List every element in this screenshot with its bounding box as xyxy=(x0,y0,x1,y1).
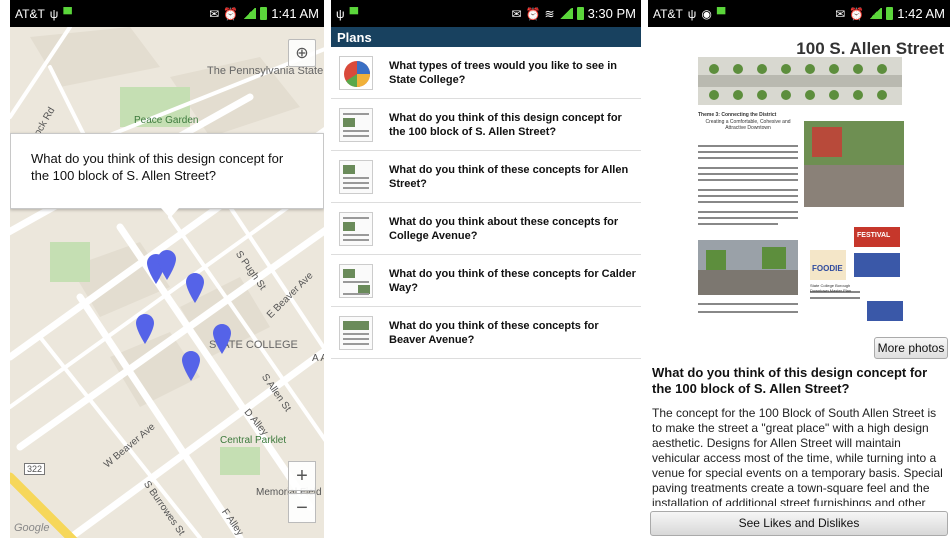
plan-question: What do you think of this design concept… xyxy=(652,365,928,396)
plan-thumbnail xyxy=(339,107,373,142)
poster-subtitle: Creating a Comfortable, Cohesive and Att… xyxy=(705,119,791,131)
alarm-icon: ⏰ xyxy=(223,6,239,21)
plans-header: Plans xyxy=(331,27,641,47)
map-pin[interactable] xyxy=(213,324,231,354)
map-pin[interactable] xyxy=(136,314,154,344)
plan-list-item[interactable]: What do you think of these concepts for … xyxy=(331,307,641,359)
google-logo: Google xyxy=(14,522,50,534)
plans-list: What types of trees would you like to se… xyxy=(331,47,641,359)
marker-info-window[interactable]: What do you think of this design concept… xyxy=(10,133,324,218)
android-icon: ▀ xyxy=(349,6,359,21)
map-label-a: A A xyxy=(312,353,324,364)
poster-graphic xyxy=(692,55,908,330)
plan-list-item[interactable]: What do you think of these concepts for … xyxy=(331,151,641,203)
plan-thumbnail xyxy=(339,315,373,350)
plan-list-item[interactable]: What types of trees would you like to se… xyxy=(331,47,641,99)
clock: 1:42 AM xyxy=(897,6,945,21)
battery-icon xyxy=(576,7,584,20)
notification-icon: ✉ xyxy=(209,6,220,21)
poster-foodie: FOODIE xyxy=(812,264,843,273)
plan-thumbnail xyxy=(339,159,373,194)
poster-festival: FESTIVAL xyxy=(857,232,891,239)
alarm-icon: ⏰ xyxy=(849,6,865,21)
map-label-central-parklet: Central Parklet xyxy=(220,435,287,446)
plan-thumbnail xyxy=(339,55,373,90)
status-bar: AT&T ψ ◉ ▀ ✉ ⏰ 1:42 AM xyxy=(648,0,950,27)
plan-title: What do you think of these concepts for … xyxy=(389,267,636,294)
plan-detail-screen: AT&T ψ ◉ ▀ ✉ ⏰ 1:42 AM 100 S. Allen Stre… xyxy=(648,0,950,538)
crosshair-icon: ⊕ xyxy=(295,45,309,62)
wifi-icon: ≋ xyxy=(544,6,555,21)
plan-poster-image[interactable]: Theme 3: Connecting the District Creatin… xyxy=(692,55,908,330)
notification-icon: ✉ xyxy=(835,6,846,21)
clock: 1:41 AM xyxy=(271,6,319,21)
usb-icon: ψ xyxy=(49,6,59,21)
battery-icon xyxy=(886,7,894,20)
map-label-route: 322 xyxy=(24,463,46,475)
status-bar: ψ ▀ ✉ ⏰ ≋ 3:30 PM xyxy=(331,0,641,27)
map-pin[interactable] xyxy=(182,351,200,381)
map-pin[interactable] xyxy=(186,273,204,303)
map-screen: AT&T ψ ▀ ✉ ⏰ 1:41 AM The Pennsylvania St… xyxy=(10,0,324,538)
poster-borough: State College Borough Downtown Master Pl… xyxy=(810,283,852,293)
poster-theme: Theme 3: Connecting the District xyxy=(698,112,777,118)
status-bar: AT&T ψ ▀ ✉ ⏰ 1:41 AM xyxy=(10,0,324,27)
plan-title: What do you think about these concepts f… xyxy=(389,215,619,242)
notification-icon: ✉ xyxy=(511,6,522,21)
plan-title: What do you think of these concepts for … xyxy=(389,319,599,346)
plan-list-item[interactable]: What do you think of these concepts for … xyxy=(331,255,641,307)
plan-description: The concept for the 100 Block of South A… xyxy=(652,406,943,506)
clock: 3:30 PM xyxy=(587,6,636,21)
plan-title: What do you think of these concepts for … xyxy=(389,163,629,190)
map-pin[interactable] xyxy=(158,250,176,280)
usb-icon: ψ xyxy=(336,6,345,21)
battery-icon xyxy=(260,7,268,20)
signal-icon xyxy=(242,8,257,19)
zoom-out-button[interactable]: − xyxy=(288,493,316,523)
carrier-label: AT&T xyxy=(653,6,683,21)
signal-icon xyxy=(558,8,573,19)
alarm-icon: ⏰ xyxy=(525,6,541,21)
usb-icon: ψ xyxy=(687,6,697,21)
plan-list-item[interactable]: What do you think about these concepts f… xyxy=(331,203,641,255)
plans-screen: ψ ▀ ✉ ⏰ ≋ 3:30 PM Plans What types of tr… xyxy=(331,0,641,538)
plan-list-item[interactable]: What do you think of this design concept… xyxy=(331,99,641,151)
more-photos-button[interactable]: More photos xyxy=(874,337,948,359)
pie-chart-icon xyxy=(344,60,370,87)
android-icon: ▀ xyxy=(716,6,726,21)
zoom-in-button[interactable]: + xyxy=(288,461,316,491)
plan-thumbnail xyxy=(339,263,373,298)
plan-title: What types of trees would you like to se… xyxy=(389,59,617,86)
gps-icon: ◉ xyxy=(701,6,712,21)
map-view[interactable]: The Pennsylvania State University Peace … xyxy=(10,27,324,538)
map-streets xyxy=(10,27,324,538)
android-icon: ▀ xyxy=(63,6,72,21)
plan-thumbnail xyxy=(339,211,373,246)
carrier-label: AT&T xyxy=(15,6,45,21)
my-location-button[interactable]: ⊕ xyxy=(288,39,316,67)
map-label-peace-garden: Peace Garden xyxy=(134,115,199,126)
plan-title: What do you think of this design concept… xyxy=(389,111,622,138)
see-likes-dislikes-button[interactable]: See Likes and Dislikes xyxy=(650,511,948,536)
signal-icon xyxy=(868,8,883,19)
